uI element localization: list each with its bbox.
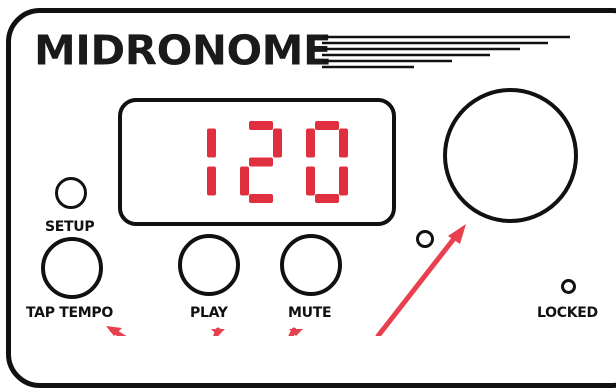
digit-3-segment-a xyxy=(315,121,339,130)
brand-logo: MIDRONOME xyxy=(34,26,332,75)
tap-tempo-label: TAP TEMPO xyxy=(26,305,113,321)
rotary-knob[interactable] xyxy=(443,88,578,223)
digit-1-segment-b xyxy=(207,128,216,158)
midronome-device-illustration: MIDRONOME 120 SETUP TAP TEMPO PLAY MUTE … xyxy=(0,0,616,388)
knob-indicator-led xyxy=(416,230,434,248)
digit-2-segment-e xyxy=(240,166,249,196)
locked-led xyxy=(561,279,576,294)
setup-button[interactable] xyxy=(55,177,87,209)
digit-2-segment-b xyxy=(273,128,282,158)
locked-label: LOCKED xyxy=(537,305,598,321)
tempo-display: 120 xyxy=(118,98,396,226)
setup-label: SETUP xyxy=(45,219,95,235)
tap-tempo-button[interactable] xyxy=(41,237,103,299)
tempo-digits: 120 xyxy=(207,121,348,203)
play-button[interactable] xyxy=(178,234,240,296)
speed-lines-decoration xyxy=(322,35,570,69)
mute-label: MUTE xyxy=(288,305,332,321)
play-label: PLAY xyxy=(190,305,228,321)
digit-3-segment-f xyxy=(306,128,315,158)
digit-1-segment-c xyxy=(207,166,216,196)
digit-2-segment-d xyxy=(249,194,273,203)
digit-3-segment-b xyxy=(339,128,348,158)
digit-2-segment-a xyxy=(249,121,273,130)
digit-3-segment-e xyxy=(306,166,315,196)
digit-2-segment-g xyxy=(249,157,273,167)
mute-button[interactable] xyxy=(280,234,342,296)
digit-3-segment-c xyxy=(339,166,348,196)
digit-3-segment-d xyxy=(315,194,339,203)
